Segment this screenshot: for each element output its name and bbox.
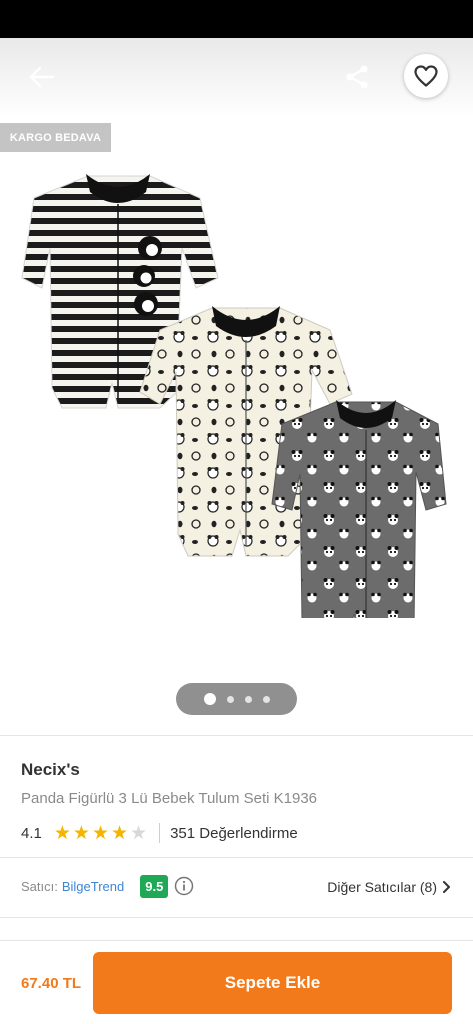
seller-score-badge: 9.5 xyxy=(140,874,169,898)
seller-row: Satıcı: BilgeTrend 9.5 xyxy=(21,873,194,899)
separator xyxy=(159,823,161,843)
image-pager[interactable] xyxy=(176,683,297,715)
star-icon: ★ xyxy=(111,822,129,844)
chevron-right-icon xyxy=(443,881,450,893)
other-sellers-label: Diğer Satıcılar (8) xyxy=(327,879,437,895)
other-sellers-link[interactable]: Diğer Satıcılar (8) xyxy=(327,876,451,898)
rating-value: 4.1 xyxy=(21,824,42,842)
rating-stars: ★ ★ ★ ★ ★ xyxy=(54,824,147,843)
divider xyxy=(0,917,473,918)
info-icon[interactable] xyxy=(174,876,194,896)
seller-label: Satıcı: xyxy=(21,878,58,894)
back-button[interactable] xyxy=(22,60,62,94)
rating-row[interactable]: 4.1 ★ ★ ★ ★ ★ 351 Değerlendirme xyxy=(21,822,298,844)
pager-dot[interactable] xyxy=(226,695,234,703)
pager-dot[interactable] xyxy=(262,695,270,703)
seller-name-link[interactable]: BilgeTrend xyxy=(62,879,124,894)
free-shipping-badge: KARGO BEDAVA xyxy=(0,123,111,152)
star-icon: ★ xyxy=(130,822,148,844)
brand-name[interactable]: Necix's xyxy=(21,760,80,780)
star-icon: ★ xyxy=(72,822,90,844)
heart-icon xyxy=(414,65,438,87)
product-image xyxy=(21,174,447,618)
share-button[interactable] xyxy=(338,58,376,96)
product-title: Panda Figürlü 3 Lü Bebek Tulum Seti K193… xyxy=(21,790,318,807)
favorite-button[interactable] xyxy=(404,54,448,98)
status-bar xyxy=(0,0,473,38)
divider xyxy=(0,857,473,858)
star-icon: ★ xyxy=(53,822,71,844)
share-icon xyxy=(346,65,368,89)
product-image-gallery[interactable]: KARGO BEDAVA xyxy=(0,38,473,735)
review-count[interactable]: 351 Değerlendirme xyxy=(170,825,298,842)
star-icon: ★ xyxy=(91,822,109,844)
arrow-left-icon xyxy=(29,66,55,88)
pager-dot-active[interactable] xyxy=(203,693,216,705)
price: 67.40 TL xyxy=(21,975,82,992)
add-to-cart-button[interactable]: Sepete Ekle xyxy=(93,952,452,1014)
bottom-bar: 67.40 TL Sepete Ekle xyxy=(0,940,473,1024)
divider xyxy=(0,735,473,736)
pager-dot[interactable] xyxy=(244,695,252,703)
